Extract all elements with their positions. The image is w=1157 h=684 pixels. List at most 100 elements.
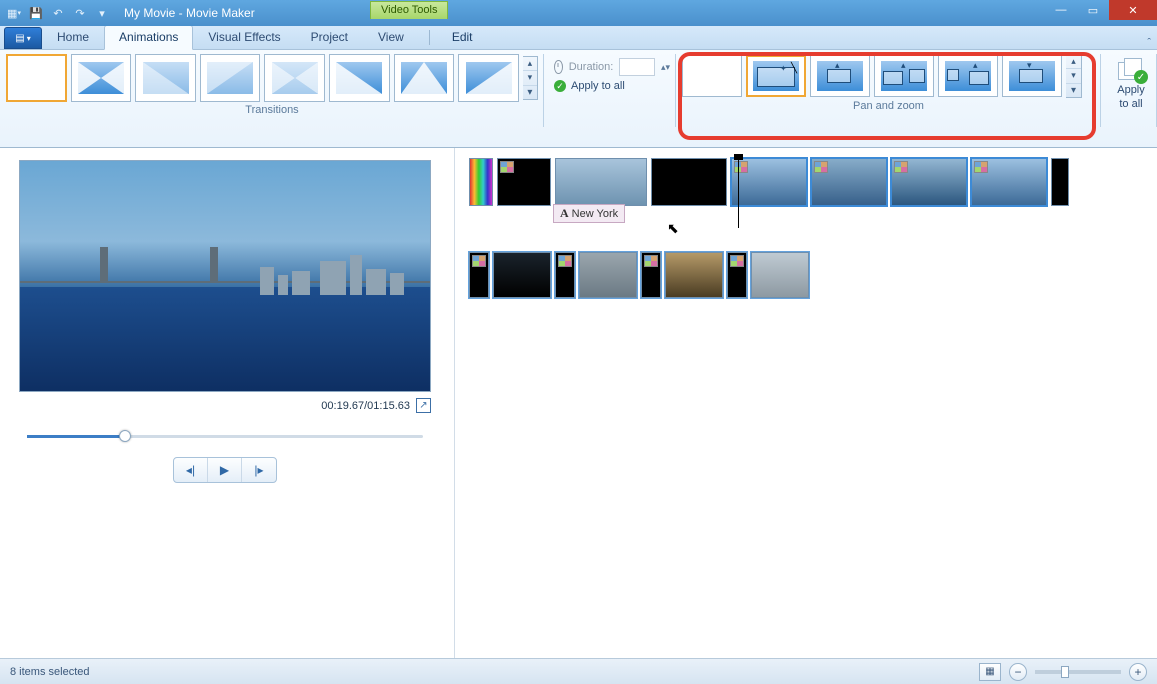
preview-time-display: 00:19.67/01:15.63 xyxy=(321,400,410,412)
zoom-thumb[interactable] xyxy=(1061,666,1069,678)
playback-controls: ◂| ▶ |▸ xyxy=(173,457,277,483)
status-bar: 8 items selected ▦ − + xyxy=(0,658,1157,684)
text-caption-icon: A xyxy=(560,206,569,221)
clip2-building[interactable] xyxy=(751,252,809,298)
gallery-expand-icon[interactable]: ▾ xyxy=(523,86,537,99)
transition-cross[interactable] xyxy=(264,54,325,102)
window-title: My Movie - Movie Maker xyxy=(124,6,255,20)
tab-project[interactable]: Project xyxy=(296,25,363,50)
clip-black-3[interactable] xyxy=(1051,158,1069,206)
clip-sail[interactable] xyxy=(555,158,647,206)
zoom-out-button[interactable]: − xyxy=(1009,663,1027,681)
tab-animations[interactable]: Animations xyxy=(104,25,193,50)
duration-label: Duration: xyxy=(569,61,614,73)
apply-to-all-icon: ✓ xyxy=(1116,58,1146,82)
timeline-pane[interactable]: A New York ⬉ xyxy=(455,148,1157,658)
timeline-row-1 xyxy=(469,158,1145,206)
transitions-group-label: Transitions xyxy=(6,102,538,119)
tab-edit[interactable]: Edit xyxy=(437,25,488,50)
pan-zoom-in-center[interactable]: ▴ xyxy=(810,55,870,97)
seek-thumb[interactable] xyxy=(119,430,131,442)
seek-bar[interactable] xyxy=(27,427,423,445)
pan-zoom-in-left[interactable]: ▴ xyxy=(874,55,934,97)
caption-marker[interactable]: A New York xyxy=(553,204,625,223)
ribbon: ▴ ▾ ▾ Transitions Duration: ▴▾ ✓ Apply t… xyxy=(0,50,1157,148)
clip-liberty[interactable] xyxy=(971,158,1047,206)
zoom-slider[interactable] xyxy=(1035,670,1121,674)
clip2-c[interactable] xyxy=(641,252,661,298)
clip-black-1[interactable] xyxy=(497,158,551,206)
transition-wipe-bottom[interactable] xyxy=(394,54,455,102)
tab-visual-effects[interactable]: Visual Effects xyxy=(193,25,295,50)
clip2-a[interactable] xyxy=(469,252,489,298)
qat-dropdown-icon[interactable]: ▾ xyxy=(94,5,110,21)
ribbon-collapse-icon[interactable]: ˆ xyxy=(1141,37,1157,49)
playhead[interactable] xyxy=(738,158,739,228)
transition-diagonal-2[interactable] xyxy=(200,54,261,102)
zoom-in-button[interactable]: + xyxy=(1129,663,1147,681)
apply-to-all-small-button[interactable]: ✓ Apply to all xyxy=(550,76,670,92)
app-menu-icon[interactable]: ▦▾ xyxy=(6,5,22,21)
clip-skyline-3[interactable] xyxy=(891,158,967,206)
undo-icon[interactable]: ↶ xyxy=(50,5,66,21)
transition-none[interactable] xyxy=(6,54,67,102)
titlebar: ▦▾ 💾 ↶ ↷ ▾ My Movie - Movie Maker Video … xyxy=(0,0,1157,26)
cursor-icon: ⬉ xyxy=(667,220,679,237)
pan-zoom-out-center[interactable]: ▾ xyxy=(1002,55,1062,97)
next-frame-button[interactable]: |▸ xyxy=(242,458,276,482)
pan-zoom-gallery-more[interactable]: ▴ ▾ ▾ xyxy=(1066,54,1082,98)
duration-input[interactable] xyxy=(619,58,655,76)
pan-zoom-group-label: Pan and zoom xyxy=(682,98,1095,115)
clip-skyline-1[interactable] xyxy=(731,158,807,206)
redo-icon[interactable]: ↷ xyxy=(72,5,88,21)
clip-skyline-2[interactable] xyxy=(811,158,887,206)
clip-leader[interactable] xyxy=(469,158,493,206)
transitions-gallery[interactable]: ▴ ▾ ▾ xyxy=(6,54,538,102)
timeline-row-2 xyxy=(469,252,1145,298)
pan-zoom-none[interactable] xyxy=(682,55,742,97)
ribbon-tabs: ▤▾ Home Animations Visual Effects Projec… xyxy=(0,26,1157,50)
clip2-road[interactable] xyxy=(665,252,723,298)
previous-frame-button[interactable]: ◂| xyxy=(174,458,208,482)
gallery-scroll-down-icon[interactable]: ▾ xyxy=(523,71,537,85)
pan-zoom-in-right[interactable]: ▴ xyxy=(938,55,998,97)
close-button[interactable]: ✕ xyxy=(1109,0,1157,20)
transition-wipe-bottom-left[interactable] xyxy=(329,54,390,102)
check-icon: ✓ xyxy=(554,80,566,92)
file-menu-button[interactable]: ▤▾ xyxy=(4,27,42,49)
pan-zoom-gallery[interactable]: ▴ ▴ ▴ ▾ ▴ ▾ ▾ xyxy=(682,54,1095,98)
clip2-d[interactable] xyxy=(727,252,747,298)
minimize-button[interactable]: — xyxy=(1045,0,1077,20)
maximize-button[interactable]: ▭ xyxy=(1077,0,1109,20)
play-button[interactable]: ▶ xyxy=(208,458,242,482)
view-toggle-button[interactable]: ▦ xyxy=(979,663,1001,681)
transition-crossfade[interactable] xyxy=(71,54,132,102)
tab-view[interactable]: View xyxy=(363,25,419,50)
apply-to-all-big-label-1: Apply xyxy=(1117,84,1145,96)
fullscreen-icon[interactable]: ↗ xyxy=(416,398,431,413)
duration-stepper-icon[interactable]: ▴▾ xyxy=(661,62,670,73)
clip2-grey[interactable] xyxy=(579,252,637,298)
preview-video[interactable] xyxy=(19,160,431,392)
preview-pane: 00:19.67/01:15.63 ↗ ◂| ▶ |▸ xyxy=(0,148,455,658)
transition-wipe-bottom-right[interactable] xyxy=(458,54,519,102)
gallery-scroll-up-icon[interactable]: ▴ xyxy=(1066,55,1081,69)
gallery-scroll-down-icon[interactable]: ▾ xyxy=(1066,69,1081,83)
contextual-tab-video-tools: Video Tools xyxy=(370,1,448,19)
clock-icon xyxy=(554,60,563,74)
empty-group-label xyxy=(550,92,670,109)
clip2-b[interactable] xyxy=(555,252,575,298)
clip-black-2[interactable] xyxy=(651,158,727,206)
save-icon[interactable]: 💾 xyxy=(28,5,44,21)
tab-home[interactable]: Home xyxy=(42,25,104,50)
gallery-expand-icon[interactable]: ▾ xyxy=(1066,84,1081,97)
status-items-selected: 8 items selected xyxy=(10,666,89,678)
transition-diagonal-1[interactable] xyxy=(135,54,196,102)
gallery-scroll-up-icon[interactable]: ▴ xyxy=(523,57,537,71)
apply-to-all-big-button[interactable]: ✓ Apply to all xyxy=(1107,54,1155,110)
transitions-gallery-more[interactable]: ▴ ▾ ▾ xyxy=(523,56,538,100)
clip2-night[interactable] xyxy=(493,252,551,298)
pan-zoom-auto[interactable] xyxy=(746,55,806,97)
main-area: 00:19.67/01:15.63 ↗ ◂| ▶ |▸ A New Yor xyxy=(0,148,1157,658)
apply-to-all-small-label: Apply to all xyxy=(571,80,625,92)
